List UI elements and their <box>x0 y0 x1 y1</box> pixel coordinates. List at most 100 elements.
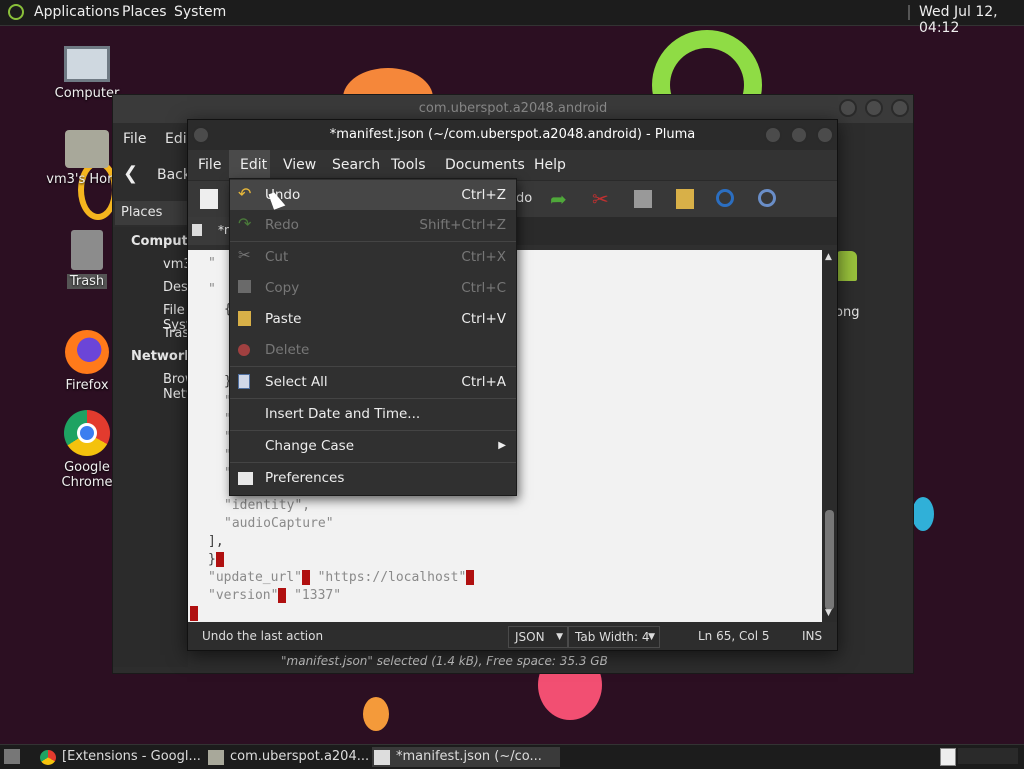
find-icon[interactable] <box>716 189 734 207</box>
menu-item-redo[interactable]: ↷ Redo Shift+Ctrl+Z <box>230 210 516 240</box>
text-editor-icon <box>374 750 390 765</box>
code-line: }, <box>208 552 224 567</box>
android-file-icon <box>835 251 857 281</box>
workspace-switcher-inactive[interactable] <box>958 748 1018 764</box>
menu-item-insert-date-time[interactable]: Insert Date and Time... <box>230 399 516 429</box>
menu-edit[interactable]: Edit <box>240 157 267 173</box>
menu-item-delete[interactable]: Delete <box>230 335 516 365</box>
scroll-down-arrow[interactable]: ▼ <box>825 608 832 618</box>
cursor-position: Ln 65, Col 5 <box>698 629 770 643</box>
folder-icon <box>208 750 224 765</box>
pluma-maximize-button[interactable] <box>790 126 808 144</box>
code-line: " <box>208 282 216 297</box>
applications-menu[interactable]: Applications <box>34 4 120 20</box>
menu-item-label: Change Case <box>265 438 355 454</box>
menu-item-preferences[interactable]: Preferences <box>230 463 516 493</box>
menu-item-accel: Shift+Ctrl+Z <box>419 217 506 233</box>
minimize-button[interactable] <box>839 99 857 117</box>
close-button[interactable] <box>891 99 909 117</box>
back-button[interactable]: Back <box>157 167 191 183</box>
chevron-down-icon: ▼ <box>556 632 563 642</box>
menu-item-label: Copy <box>265 280 300 296</box>
code-line: "identity", <box>224 498 311 513</box>
sidebar-header-network: Network <box>131 349 193 364</box>
file-menu[interactable]: File <box>123 131 146 147</box>
mate-logo-icon[interactable] <box>8 4 24 20</box>
places-dropdown[interactable]: Places <box>115 201 187 225</box>
pluma-minimize-button[interactable] <box>764 126 782 144</box>
copy-icon[interactable] <box>634 190 652 208</box>
menu-documents[interactable]: Documents <box>445 157 525 173</box>
undo-icon: ↶ <box>238 184 252 203</box>
copy-icon <box>238 280 251 293</box>
menu-view[interactable]: View <box>283 157 316 173</box>
menu-help[interactable]: Help <box>534 157 566 173</box>
pluma-menu-button[interactable] <box>192 126 210 144</box>
menu-search[interactable]: Search <box>332 157 380 173</box>
menu-item-label: Redo <box>265 217 299 233</box>
paste-icon[interactable] <box>676 189 694 209</box>
show-desktop-icon[interactable] <box>4 749 20 764</box>
pluma-close-button[interactable] <box>816 126 834 144</box>
menu-item-copy[interactable]: Copy Ctrl+C <box>230 273 516 303</box>
task-pluma[interactable]: *manifest.json (~/co... <box>372 747 560 767</box>
cut-icon[interactable]: ✂ <box>592 187 609 211</box>
menu-item-label: Paste <box>265 311 302 327</box>
menu-item-select-all[interactable]: Select All Ctrl+A <box>230 367 516 397</box>
language-selector[interactable]: JSON ▼ <box>508 626 568 648</box>
document-icon <box>192 224 202 236</box>
error-marker: : <box>301 570 310 585</box>
menu-tools[interactable]: Tools <box>391 157 426 173</box>
status-message: Undo the last action <box>202 629 324 643</box>
pluma-titlebar[interactable]: *manifest.json (~/com.uberspot.a2048.and… <box>188 120 837 150</box>
cut-icon: ✂ <box>238 246 251 264</box>
select-all-icon <box>238 374 250 389</box>
menu-item-paste[interactable]: Paste Ctrl+V <box>230 304 516 334</box>
maximize-button[interactable] <box>865 99 883 117</box>
tab-width-selector[interactable]: Tab Width: 4 ▼ <box>568 626 660 648</box>
file-icon-label: ong <box>835 305 860 320</box>
code-line: " <box>208 256 216 271</box>
error-marker: : <box>278 588 287 603</box>
task-label: com.uberspot.a204... <box>230 749 370 764</box>
code-line: ], <box>208 534 224 549</box>
new-document-icon[interactable] <box>200 189 218 209</box>
scroll-thumb[interactable] <box>825 510 834 610</box>
menu-item-accel: Ctrl+C <box>461 280 506 296</box>
redo-icon[interactable]: ➦ <box>550 187 567 211</box>
file-manager-status: "manifest.json" selected (1.4 kB), Free … <box>281 654 608 668</box>
find-replace-icon[interactable] <box>758 189 776 207</box>
sidebar: Computer vm3 Desktop File System Trash N… <box>113 227 217 667</box>
scroll-up-arrow[interactable]: ▲ <box>825 252 832 262</box>
preferences-icon <box>238 472 253 485</box>
workspace-switcher[interactable] <box>940 748 956 766</box>
task-chrome-extensions[interactable]: [Extensions - Googl... <box>38 747 222 767</box>
home-folder-icon <box>65 130 109 168</box>
menu-file[interactable]: File <box>198 157 221 173</box>
computer-icon <box>64 46 110 82</box>
panel-separator <box>908 5 910 20</box>
firefox-icon <box>65 330 109 374</box>
pluma-statusbar: Undo the last action JSON ▼ Tab Width: 4… <box>188 622 837 650</box>
desktop-icon-label: Trash <box>66 274 108 289</box>
back-icon: ❮ <box>123 163 139 184</box>
menu-item-label: Select All <box>265 374 328 390</box>
system-menu[interactable]: System <box>174 4 226 20</box>
task-file-manager[interactable]: com.uberspot.a204... <box>206 747 388 767</box>
menu-item-change-case[interactable]: Change Case ▶ <box>230 431 516 461</box>
wallpaper-orange-dot <box>363 697 389 731</box>
menu-item-cut[interactable]: ✂ Cut Ctrl+X <box>230 242 516 272</box>
desktop-icon-computer[interactable]: Computer <box>42 46 132 101</box>
chrome-icon <box>40 750 56 765</box>
insert-mode: INS <box>802 629 823 643</box>
language-label: JSON <box>515 630 545 644</box>
paste-icon <box>238 311 251 326</box>
vertical-scrollbar[interactable]: ▲ ▼ <box>822 250 837 622</box>
tab-width-label: Tab Width: 4 <box>575 630 650 644</box>
trash-icon <box>71 230 103 270</box>
toolbar-undo-label[interactable]: do <box>516 191 532 206</box>
clock[interactable]: Wed Jul 12, 04:12 <box>919 4 1024 36</box>
chevron-down-icon: ▼ <box>648 632 655 642</box>
places-menu[interactable]: Places <box>122 4 167 20</box>
error-marker: } <box>190 606 198 621</box>
